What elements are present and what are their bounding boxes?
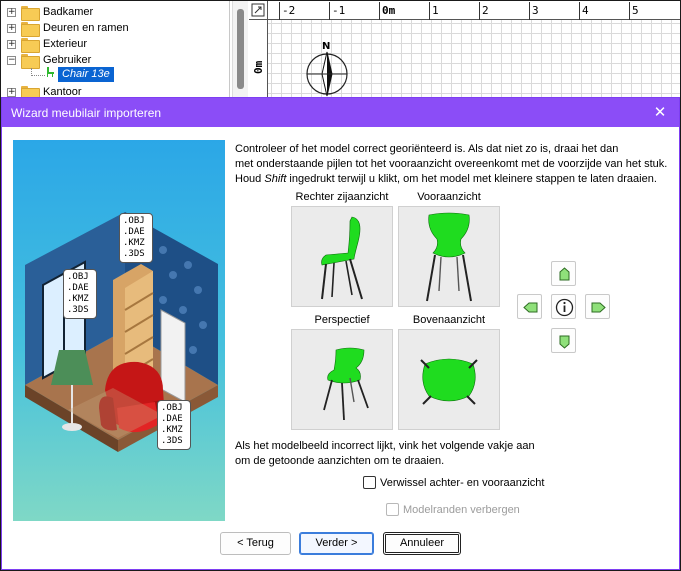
orientation-instructions: Controleer of het model correct georiënt… <box>235 142 675 187</box>
back-button[interactable]: < Terug <box>220 532 291 555</box>
expand-toggle[interactable]: + <box>7 23 16 33</box>
ruler-label: 2 <box>482 4 489 17</box>
instruction-line: Houd Shift ingedrukt terwijl u klikt, om… <box>235 173 657 185</box>
model-info-button[interactable] <box>551 294 576 319</box>
rotate-down-button[interactable] <box>551 328 576 353</box>
import-furniture-wizard: Wizard meubilair importeren ✕ .OBJ .DAE … <box>1 97 680 570</box>
swap-front-back-checkbox-row[interactable]: Verwissel achter- en vooraanzicht <box>363 476 544 489</box>
rotate-up-button[interactable] <box>551 261 576 286</box>
expand-toggle[interactable]: + <box>7 87 16 97</box>
tree-item-badkamer[interactable]: + Badkamer <box>7 4 94 21</box>
arrow-right-icon <box>591 302 606 313</box>
info-icon <box>555 298 574 317</box>
scrollbar-thumb[interactable] <box>237 9 244 89</box>
tree-item-deuren-en-ramen[interactable]: + Deuren en ramen <box>7 20 129 37</box>
hide-model-edges-checkbox-row: Modelranden verbergen <box>386 503 520 516</box>
top-ruler: -2 -1 0m 1 2 3 4 5 <box>249 1 680 20</box>
arrow-left-icon <box>523 302 538 313</box>
swap-front-back-checkbox[interactable] <box>363 476 376 489</box>
perspective-view-caption: Perspectief <box>314 314 370 326</box>
tree-item-label: Exterieur <box>43 38 88 50</box>
cancel-button[interactable]: Annuleer <box>383 532 461 555</box>
rotate-right-button[interactable] <box>585 294 610 319</box>
right-side-view-caption: Rechter zijaanzicht <box>295 191 389 203</box>
perspective-view <box>291 329 393 430</box>
instruction-line: met onderstaande pijlen tot het vooraanz… <box>235 158 668 170</box>
arrow-down-icon <box>559 335 570 349</box>
furniture-catalog-tree[interactable]: + Badkamer + Deuren en ramen + Exterieur… <box>1 1 230 101</box>
top-view <box>398 329 500 430</box>
swap-front-back-label[interactable]: Verwissel achter- en vooraanzicht <box>380 477 544 489</box>
title-bar[interactable]: Wizard meubilair importeren ✕ <box>2 98 679 127</box>
swap-views-hint: Als het modelbeeld incorrect lijkt, vink… <box>235 439 675 469</box>
ruler-corner <box>249 1 268 20</box>
hint-line: om de getoonde aanzichten om te draaien. <box>235 455 445 467</box>
rotate-left-button[interactable] <box>517 294 542 319</box>
front-view-caption: Vooraanzicht <box>417 191 481 203</box>
tree-item-label: Badkamer <box>43 6 94 18</box>
top-view-caption: Bovenaanzicht <box>412 314 486 326</box>
compass-letter: N <box>322 41 330 52</box>
folder-icon <box>21 37 40 53</box>
tree-scrollbar[interactable] <box>232 1 248 98</box>
chair-top-view <box>420 358 478 405</box>
tree-connector <box>31 68 45 76</box>
room-illustration <box>25 212 218 452</box>
tree-item-label: Deuren en ramen <box>43 22 129 34</box>
chair-front-view <box>426 212 472 302</box>
folder-icon <box>21 5 40 21</box>
format-tag: .OBJ .DAE .KMZ .3DS <box>119 213 153 263</box>
format-tag: .OBJ .DAE .KMZ .3DS <box>63 269 97 319</box>
ruler-label: -2 <box>282 4 296 17</box>
folder-icon <box>21 21 40 37</box>
chair-icon <box>47 67 54 77</box>
instruction-line: Controleer of het model correct georiënt… <box>235 143 619 155</box>
ruler-label: 5 <box>632 4 639 17</box>
compass-rose-icon[interactable]: N <box>305 38 351 98</box>
expand-toggle[interactable]: + <box>7 7 16 17</box>
ruler-label: -1 <box>332 4 346 17</box>
chair-perspective-view <box>323 347 369 421</box>
expand-toggle[interactable]: + <box>7 39 16 49</box>
next-button[interactable]: Verder > <box>299 532 374 555</box>
ruler-label: 1 <box>432 4 439 17</box>
collapse-toggle[interactable]: − <box>7 55 16 65</box>
tree-item-exterieur[interactable]: + Exterieur <box>7 36 88 53</box>
right-side-view <box>291 206 393 307</box>
ruler-label: 3 <box>532 4 539 17</box>
left-ruler-label: 0m <box>252 60 265 74</box>
arrow-up-icon <box>559 267 570 281</box>
hint-line: Als het modelbeeld incorrect lijkt, vink… <box>235 440 535 452</box>
chair-side-view <box>321 216 363 300</box>
wizard-illustration: .OBJ .DAE .KMZ .3DS .OBJ .DAE .KMZ .3DS … <box>13 140 225 521</box>
ruler-label: 0m <box>382 4 396 17</box>
dialog-title: Wizard meubilair importeren <box>11 106 162 120</box>
tree-item-label: Gebruiker <box>43 54 92 66</box>
hide-model-edges-checkbox <box>386 503 399 516</box>
tree-item-chair-13e[interactable]: Chair 13e <box>58 67 114 82</box>
hide-model-edges-label: Modelranden verbergen <box>403 503 520 516</box>
front-view <box>398 206 500 307</box>
folder-icon <box>21 53 40 69</box>
close-icon[interactable]: ✕ <box>652 105 668 121</box>
format-tag: .OBJ .DAE .KMZ .3DS <box>157 400 191 450</box>
ruler-label: 4 <box>582 4 589 17</box>
